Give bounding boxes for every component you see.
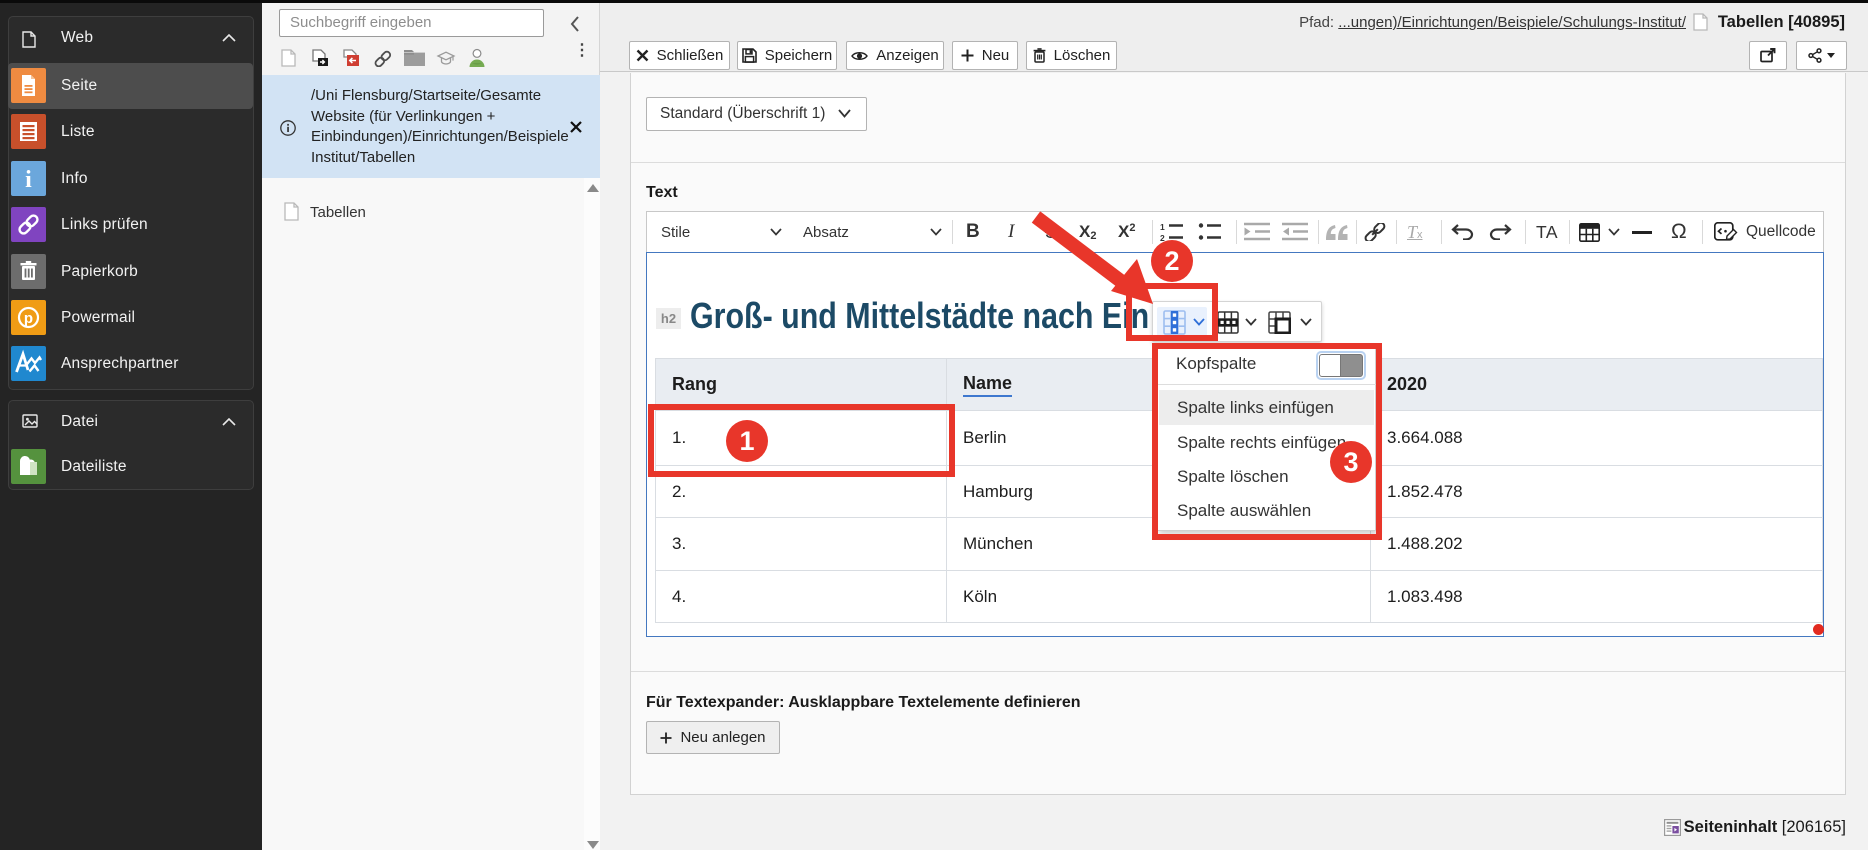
svg-text:i: i (25, 167, 32, 193)
svg-text:p: p (24, 310, 33, 327)
